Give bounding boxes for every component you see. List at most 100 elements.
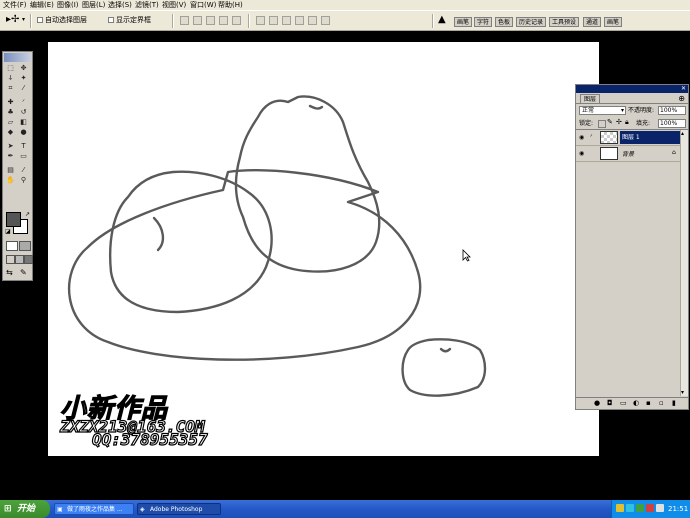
jump-to-imageready-icon[interactable]: ⇆ <box>6 268 13 277</box>
menu-window[interactable]: 窗口(W) <box>190 0 216 10</box>
magic-wand-tool-icon[interactable]: ✦ <box>18 74 29 83</box>
menu-view[interactable]: 视图(V) <box>162 0 186 10</box>
blur-tool-icon[interactable]: ◆ <box>5 128 16 137</box>
distribute-top-icon[interactable] <box>256 16 265 25</box>
crop-tool-icon[interactable]: ⌗ <box>5 84 16 93</box>
auto-select-layer-checkbox[interactable] <box>37 17 43 23</box>
tool-preset-dropdown-icon[interactable]: ▾ <box>22 16 25 23</box>
distribute-left-icon[interactable] <box>295 16 304 25</box>
taskbar-button-folder[interactable]: ▣ 做了雨夜之作品集 ... <box>54 503 134 515</box>
well-tab-brushes-2[interactable]: 画笔 <box>604 17 623 27</box>
default-colors-icon[interactable]: ◪ <box>5 228 11 235</box>
tray-icon-3[interactable] <box>636 504 644 512</box>
well-tab-tool-presets[interactable]: 工具预设 <box>549 17 580 27</box>
palette-well-icon[interactable]: ▲ <box>438 14 446 25</box>
move-tool-icon[interactable]: ▸✢ <box>6 14 19 25</box>
lock-all-icon[interactable]: 🔒︎ <box>625 118 629 127</box>
screen-mode-full-menu-icon[interactable] <box>15 255 24 264</box>
type-tool-icon[interactable]: T <box>18 142 29 151</box>
blend-mode-select[interactable]: 正常 ▾ <box>579 106 626 115</box>
gradient-tool-icon[interactable]: ◧ <box>18 118 29 127</box>
layers-panel-titlebar[interactable]: ✕ <box>576 85 688 93</box>
align-vcenter-icon[interactable] <box>193 16 202 25</box>
eye-icon[interactable]: ◉ <box>579 150 584 157</box>
scroll-up-icon[interactable]: ▴ <box>681 130 684 137</box>
lock-image-icon[interactable]: ✎ <box>607 118 613 126</box>
well-tab-swatches[interactable]: 色板 <box>495 17 514 27</box>
menu-help[interactable]: 帮助(H) <box>218 0 243 10</box>
menu-filter[interactable]: 滤镜(T) <box>135 0 159 10</box>
quick-mask-mode-icon[interactable] <box>19 241 31 251</box>
eraser-tool-icon[interactable]: ▱ <box>5 118 16 127</box>
align-hcenter-icon[interactable] <box>232 16 241 25</box>
layer-list-scrollbar[interactable]: ▴ ▾ <box>680 130 688 396</box>
screen-mode-full-icon[interactable] <box>24 255 33 264</box>
brush-link-icon[interactable]: ᐟ <box>590 134 593 141</box>
menu-select[interactable]: 选择(S) <box>108 0 132 10</box>
screen-mode-standard-icon[interactable] <box>6 255 15 264</box>
new-group-icon[interactable]: ▪ <box>646 399 651 407</box>
healing-brush-tool-icon[interactable]: ✚ <box>5 98 16 107</box>
layer-mask-icon[interactable]: ▭ <box>620 399 627 407</box>
eyedropper-tool-icon[interactable]: ⁄ <box>18 166 29 175</box>
start-button[interactable]: ⊞ 开始 <box>0 500 50 518</box>
hand-tool-icon[interactable]: ✋ <box>5 176 16 185</box>
chevron-down-icon: ▾ <box>620 107 624 114</box>
shape-tool-icon[interactable]: ▭ <box>18 152 29 161</box>
layer-style-icon[interactable]: ◘ <box>607 399 613 407</box>
slice-tool-icon[interactable]: ⁄ <box>18 84 29 93</box>
eye-icon[interactable]: ◉ <box>579 134 584 141</box>
clone-stamp-tool-icon[interactable]: ♣ <box>5 108 16 117</box>
menu-file[interactable]: 文件(F) <box>3 0 27 10</box>
lasso-tool-icon[interactable]: ↆ <box>5 74 16 83</box>
taskbar-button-photoshop[interactable]: ◈ Adobe Photoshop <box>137 503 221 515</box>
distribute-vcenter-icon[interactable] <box>269 16 278 25</box>
opacity-input[interactable]: 100% <box>658 106 686 115</box>
history-brush-tool-icon[interactable]: ↺ <box>18 108 29 117</box>
well-tab-brushes[interactable]: 画笔 <box>454 17 473 27</box>
foreground-color-swatch-top[interactable] <box>6 212 21 227</box>
tray-icon-1[interactable] <box>616 504 624 512</box>
well-tab-history[interactable]: 历史记录 <box>516 17 547 27</box>
new-fill-layer-icon[interactable]: ◐ <box>633 399 639 407</box>
path-selection-tool-icon[interactable]: ➤ <box>5 142 16 151</box>
tray-icon-2[interactable] <box>626 504 634 512</box>
new-layer-icon[interactable]: ▫ <box>659 399 664 407</box>
notes-tool-icon[interactable]: ▤ <box>5 166 16 175</box>
scroll-down-icon[interactable]: ▾ <box>681 389 684 396</box>
clock[interactable]: 21:51 <box>668 503 688 515</box>
move-tool-icon[interactable]: ✥ <box>18 64 29 73</box>
menu-image[interactable]: 图像(I) <box>57 0 79 10</box>
layer-row-2[interactable]: ◉ 背景 ⌂ <box>576 146 688 162</box>
document-canvas[interactable]: 小新作品 ZXZX213@163.COM QQ:378955357 <box>48 42 599 456</box>
brush-tool-icon[interactable]: ᐟ <box>18 98 29 107</box>
align-left-icon[interactable] <box>219 16 228 25</box>
link-layers-icon[interactable]: ● <box>594 399 600 407</box>
swap-colors-icon[interactable]: ↗ <box>25 211 30 218</box>
layer-row-1[interactable]: ◉ ᐟ 图层 1 <box>576 130 688 146</box>
pen-tool-icon[interactable]: ✒ <box>5 152 16 161</box>
fill-input[interactable]: 100% <box>658 119 686 128</box>
menu-layer[interactable]: 图层(L) <box>82 0 105 10</box>
close-icon[interactable]: ✕ <box>681 85 686 93</box>
distribute-right-icon[interactable] <box>321 16 330 25</box>
distribute-hcenter-icon[interactable] <box>308 16 317 25</box>
panel-menu-icon[interactable]: ⊕ <box>678 94 685 103</box>
zoom-tool-icon[interactable]: ⚲ <box>18 176 29 185</box>
well-tab-character[interactable]: 字符 <box>474 17 493 27</box>
tray-icon-4[interactable] <box>646 504 654 512</box>
lock-transparent-checkbox[interactable] <box>598 120 606 128</box>
menu-edit[interactable]: 编辑(E) <box>30 0 54 10</box>
dodge-tool-icon[interactable]: ● <box>18 128 29 137</box>
edit-in-imageready-icon[interactable]: ✎ <box>20 268 27 277</box>
well-tab-channels[interactable]: 通道 <box>583 17 602 27</box>
align-top-icon[interactable] <box>180 16 189 25</box>
show-bounding-box-checkbox[interactable] <box>108 17 114 23</box>
marquee-tool-icon[interactable]: ⬚ <box>5 64 16 73</box>
distribute-bottom-icon[interactable] <box>282 16 291 25</box>
standard-mode-icon[interactable] <box>6 241 18 251</box>
align-bottom-icon[interactable] <box>206 16 215 25</box>
lock-position-icon[interactable]: ✢ <box>616 118 622 126</box>
trash-icon[interactable]: ▮ <box>672 399 676 407</box>
tray-icon-5[interactable] <box>656 504 664 512</box>
